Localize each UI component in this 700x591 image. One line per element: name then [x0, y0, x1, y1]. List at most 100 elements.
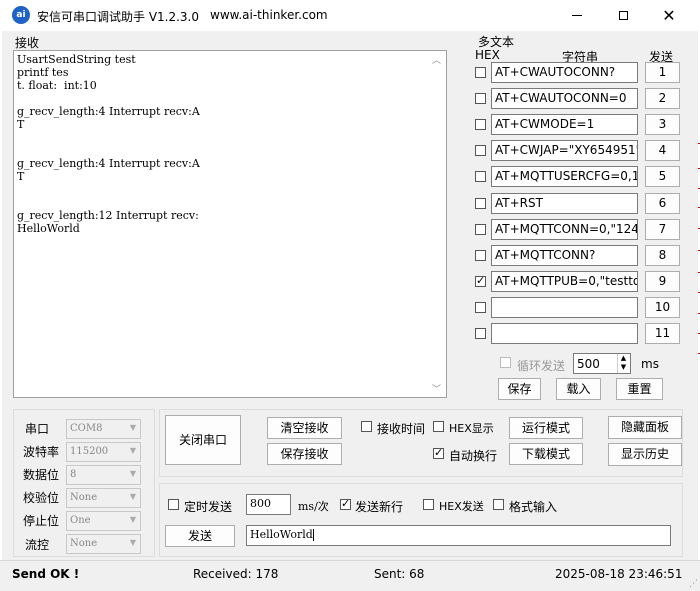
- multi-row-input[interactable]: AT+MQTTUSERCFG=0,1,": [491, 166, 638, 187]
- format-input-label: 格式输入: [509, 500, 558, 514]
- format-input-checkbox[interactable]: [493, 499, 504, 510]
- reset-multi-button[interactable]: 重置: [616, 378, 663, 400]
- maximize-icon[interactable]: [600, 0, 646, 31]
- multi-row-input[interactable]: AT+RST: [491, 193, 638, 214]
- timed-send-checkbox[interactable]: [168, 499, 179, 510]
- multi-row-hex-checkbox[interactable]: [475, 198, 486, 209]
- loop-interval-stepper[interactable]: 500 ▲ ▼: [573, 353, 631, 374]
- scroll-up-icon[interactable]: ︿: [432, 53, 441, 66]
- data-bits-select[interactable]: 8 ▼: [66, 465, 141, 485]
- chevron-down-icon: ▼: [129, 492, 136, 501]
- multi-row-send-button[interactable]: 3: [645, 114, 680, 135]
- multi-row-send-button[interactable]: 2: [645, 88, 680, 109]
- baud-select-value: 115200: [70, 446, 109, 457]
- minimize-icon[interactable]: [554, 0, 600, 31]
- send-button[interactable]: 发送: [165, 525, 235, 547]
- multi-row-hex-checkbox[interactable]: [475, 224, 486, 235]
- multi-row-input[interactable]: AT+CWAUTOCONN=0: [491, 88, 638, 109]
- text-cursor: [312, 529, 314, 541]
- clear-receive-button[interactable]: 清空接收: [267, 417, 342, 439]
- multi-row-hex-checkbox[interactable]: [475, 93, 486, 104]
- close-icon[interactable]: ✕: [646, 0, 692, 31]
- close-port-button[interactable]: 关闭串口: [165, 415, 241, 465]
- multi-row-input[interactable]: AT+CWMODE=1: [491, 114, 638, 135]
- hex-send-checkbox[interactable]: [423, 499, 434, 510]
- receive-label: 接收: [15, 36, 40, 50]
- multi-row-hex-checkbox[interactable]: [475, 67, 486, 78]
- receive-time-checkbox[interactable]: [361, 421, 372, 432]
- multi-row-send-button[interactable]: 9: [645, 271, 680, 292]
- multi-row-input[interactable]: AT+CWJAP="XY654951",": [491, 140, 638, 161]
- save-multi-button[interactable]: 保存: [498, 378, 541, 400]
- data-bits-value: 8: [70, 469, 77, 480]
- timed-send-label: 定时发送: [184, 500, 233, 514]
- baud-select[interactable]: 115200 ▼: [66, 442, 141, 462]
- receive-scrollbar[interactable]: ︿ ﹀: [429, 51, 446, 397]
- receive-textarea[interactable]: UsartSendString test printf tes t. float…: [13, 50, 447, 398]
- stepper-arrows-icon[interactable]: ▲ ▼: [617, 354, 629, 373]
- parity-select[interactable]: None ▼: [66, 488, 141, 508]
- multi-row-input[interactable]: AT+MQTTPUB=0,"testtopic: [491, 271, 638, 292]
- multi-row-hex-checkbox[interactable]: [475, 302, 486, 313]
- multi-row-send-button[interactable]: 6: [645, 193, 680, 214]
- send-interval-input[interactable]: 800: [246, 494, 291, 515]
- send-newline-label: 发送新行: [355, 500, 404, 514]
- resize-grip-icon[interactable]: ⋰: [689, 579, 698, 589]
- stop-bits-select[interactable]: One ▼: [66, 511, 141, 531]
- multi-row-input[interactable]: AT+MQTTCONN=0,"124.2: [491, 219, 638, 240]
- multi-row-hex-checkbox[interactable]: [475, 328, 486, 339]
- hide-panel-button[interactable]: 隐藏面板: [608, 416, 682, 439]
- received-count: Received: 178: [193, 567, 279, 581]
- stop-bits-label: 停止位: [23, 514, 60, 528]
- run-mode-button[interactable]: 运行模式: [509, 417, 583, 439]
- load-multi-button[interactable]: 载入: [556, 378, 601, 400]
- window-title: 安信可串口调试助手 V1.2.3.0: [37, 10, 200, 24]
- multi-row-input[interactable]: [491, 323, 638, 344]
- send-text-input[interactable]: HelloWorld: [246, 525, 671, 546]
- send-text-value: HelloWorld: [250, 528, 313, 541]
- show-history-button[interactable]: 显示历史: [608, 443, 682, 466]
- chevron-down-icon: ▼: [129, 446, 136, 455]
- multi-row-hex-checkbox[interactable]: [475, 171, 486, 182]
- loop-send-checkbox[interactable]: [500, 357, 511, 368]
- multi-row-send-button[interactable]: 11: [645, 323, 680, 344]
- stop-bits-value: One: [70, 515, 91, 526]
- hex-column-header: HEX: [475, 48, 500, 62]
- auto-wrap-label: 自动换行: [449, 449, 498, 463]
- chevron-down-icon: ▼: [129, 469, 136, 478]
- data-bits-label: 数据位: [23, 468, 60, 482]
- multi-row-hex-checkbox[interactable]: [475, 145, 486, 156]
- multi-row-input[interactable]: AT+MQTTCONN?: [491, 245, 638, 266]
- multi-row-send-button[interactable]: 10: [645, 297, 680, 318]
- multi-row-send-button[interactable]: 8: [645, 245, 680, 266]
- auto-wrap-checkbox[interactable]: [433, 446, 444, 459]
- hex-display-checkbox[interactable]: [433, 421, 444, 432]
- multi-row-send-button[interactable]: 7: [645, 219, 680, 240]
- hex-send-label: HEX发送: [439, 500, 484, 513]
- send-newline-checkbox[interactable]: [340, 497, 351, 510]
- hex-display-label: HEX显示: [449, 422, 494, 435]
- download-mode-button[interactable]: 下载模式: [509, 443, 583, 465]
- flow-control-label: 流控: [25, 538, 50, 552]
- sent-count: Sent: 68: [374, 567, 425, 581]
- chevron-down-icon: ▼: [129, 423, 136, 432]
- status-datetime: 2025-08-18 23:46:51: [555, 567, 683, 581]
- multi-row-send-button[interactable]: 1: [645, 62, 680, 83]
- parity-label: 校验位: [23, 491, 60, 505]
- multi-row-hex-checkbox[interactable]: [475, 250, 486, 261]
- multi-row-input[interactable]: AT+CWAUTOCONN?: [491, 62, 638, 83]
- multi-row-hex-checkbox[interactable]: [475, 119, 486, 130]
- flow-control-select[interactable]: None ▼: [66, 534, 141, 554]
- multi-row-send-button[interactable]: 4: [645, 140, 680, 161]
- app-logo-icon: ai: [12, 6, 30, 24]
- loop-unit-label: ms: [641, 357, 659, 371]
- multi-row-hex-checkbox[interactable]: [475, 274, 486, 287]
- chevron-down-icon: ▼: [129, 538, 136, 547]
- port-select[interactable]: COM8 ▼: [66, 419, 141, 439]
- scroll-down-icon[interactable]: ﹀: [432, 382, 441, 395]
- status-bar: Send OK ! Received: 178 Sent: 68 2025-08…: [0, 560, 700, 591]
- multi-row-input[interactable]: [491, 297, 638, 318]
- save-receive-button[interactable]: 保存接收: [267, 443, 342, 465]
- multi-row-send-button[interactable]: 5: [645, 166, 680, 187]
- flow-control-value: None: [70, 538, 98, 549]
